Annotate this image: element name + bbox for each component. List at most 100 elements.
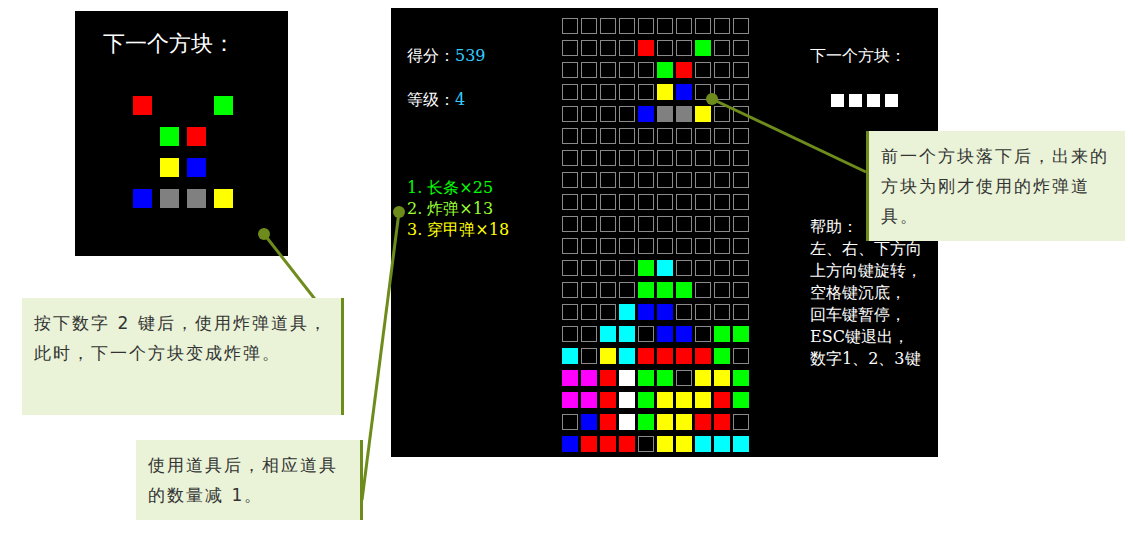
board-cell <box>733 436 749 452</box>
board-cell <box>581 392 597 408</box>
board-cell <box>733 260 749 276</box>
board-cell <box>600 84 616 100</box>
board-cell <box>562 370 578 386</box>
board-cell <box>714 128 730 144</box>
board-cell <box>638 194 654 210</box>
board-cell <box>638 326 654 342</box>
preview-cell <box>160 189 179 208</box>
board-cell <box>562 348 578 364</box>
board-cell <box>581 238 597 254</box>
board-cell <box>581 436 597 452</box>
board-cell <box>619 106 635 122</box>
board-cell <box>657 392 673 408</box>
board-cell <box>714 348 730 364</box>
board-cell <box>581 84 597 100</box>
board-cell <box>619 392 635 408</box>
board-cell <box>619 436 635 452</box>
board-cell <box>676 62 692 78</box>
board-cell <box>562 18 578 34</box>
board-cell <box>714 414 730 430</box>
board-cell <box>638 348 654 364</box>
board-cell <box>733 238 749 254</box>
board-cell <box>600 370 616 386</box>
board-cell <box>657 238 673 254</box>
board-cell <box>600 326 616 342</box>
board-cell <box>562 304 578 320</box>
preview-cell <box>133 127 152 146</box>
preview-cell <box>214 158 233 177</box>
board-cell <box>600 172 616 188</box>
help-line: 空格键沉底， <box>810 282 938 304</box>
preview-cell <box>133 96 152 115</box>
board-cell <box>562 40 578 56</box>
board-cell <box>619 260 635 276</box>
board-cell <box>695 282 711 298</box>
board-cell <box>581 172 597 188</box>
board-cell <box>695 40 711 56</box>
board-cell <box>657 194 673 210</box>
board-cell <box>638 260 654 276</box>
preview-cell <box>160 127 179 146</box>
board-cell <box>695 128 711 144</box>
board-cell <box>676 128 692 144</box>
next-block-preview <box>831 94 938 107</box>
board-cell <box>733 106 749 122</box>
board-cell <box>562 194 578 210</box>
board-cell <box>619 62 635 78</box>
next-cell <box>885 94 898 107</box>
board-cell <box>657 106 673 122</box>
board-cell <box>657 370 673 386</box>
preview-cell <box>214 189 233 208</box>
preview-cell <box>187 96 206 115</box>
board-cell <box>695 238 711 254</box>
board-cell <box>733 370 749 386</box>
board-cell <box>676 326 692 342</box>
board-cell <box>733 40 749 56</box>
board-cell <box>657 84 673 100</box>
item-entry: 1. 长条×25 <box>407 177 562 198</box>
anchor-dot-icon <box>258 228 270 240</box>
board-cell <box>581 282 597 298</box>
board-cell <box>638 370 654 386</box>
next-cell <box>849 94 862 107</box>
tutorial-canvas: 下一个方块：得分：539等级：41. 长条×252. 炸弹×133. 穿甲弹×1… <box>0 0 1133 536</box>
score: 得分：539 <box>407 45 562 67</box>
board-cell <box>714 260 730 276</box>
preview-cell <box>133 158 152 177</box>
board-cell <box>714 282 730 298</box>
preview-cell <box>160 158 179 177</box>
board-cell <box>714 326 730 342</box>
board-cell <box>638 392 654 408</box>
board-cell <box>676 348 692 364</box>
board-cell <box>676 282 692 298</box>
board-cell <box>676 172 692 188</box>
board-cell <box>562 172 578 188</box>
board-cell <box>714 238 730 254</box>
board-cell <box>733 150 749 166</box>
board-cell <box>600 194 616 210</box>
callout-note: 使用道具后，相应道具的数量减 1。 <box>136 440 363 520</box>
preview-cell <box>187 189 206 208</box>
board-cell <box>581 128 597 144</box>
board-cell <box>619 326 635 342</box>
bomb-preview <box>133 96 288 208</box>
board-cell <box>714 370 730 386</box>
board-cell <box>676 304 692 320</box>
board-cell <box>581 326 597 342</box>
board-cell <box>600 150 616 166</box>
board-cell <box>695 172 711 188</box>
board-cell <box>733 348 749 364</box>
board-cell <box>619 348 635 364</box>
board-cell <box>600 40 616 56</box>
board-cell <box>638 128 654 144</box>
board-cell <box>676 370 692 386</box>
board-cell <box>562 84 578 100</box>
board-cell <box>562 238 578 254</box>
board-cell <box>562 128 578 144</box>
board-cell <box>695 194 711 210</box>
item-list: 1. 长条×252. 炸弹×133. 穿甲弹×18 <box>407 177 562 240</box>
board-cell <box>714 194 730 210</box>
board-cell <box>657 282 673 298</box>
next-block-title: 下一个方块： <box>103 31 288 57</box>
board-cell <box>676 194 692 210</box>
